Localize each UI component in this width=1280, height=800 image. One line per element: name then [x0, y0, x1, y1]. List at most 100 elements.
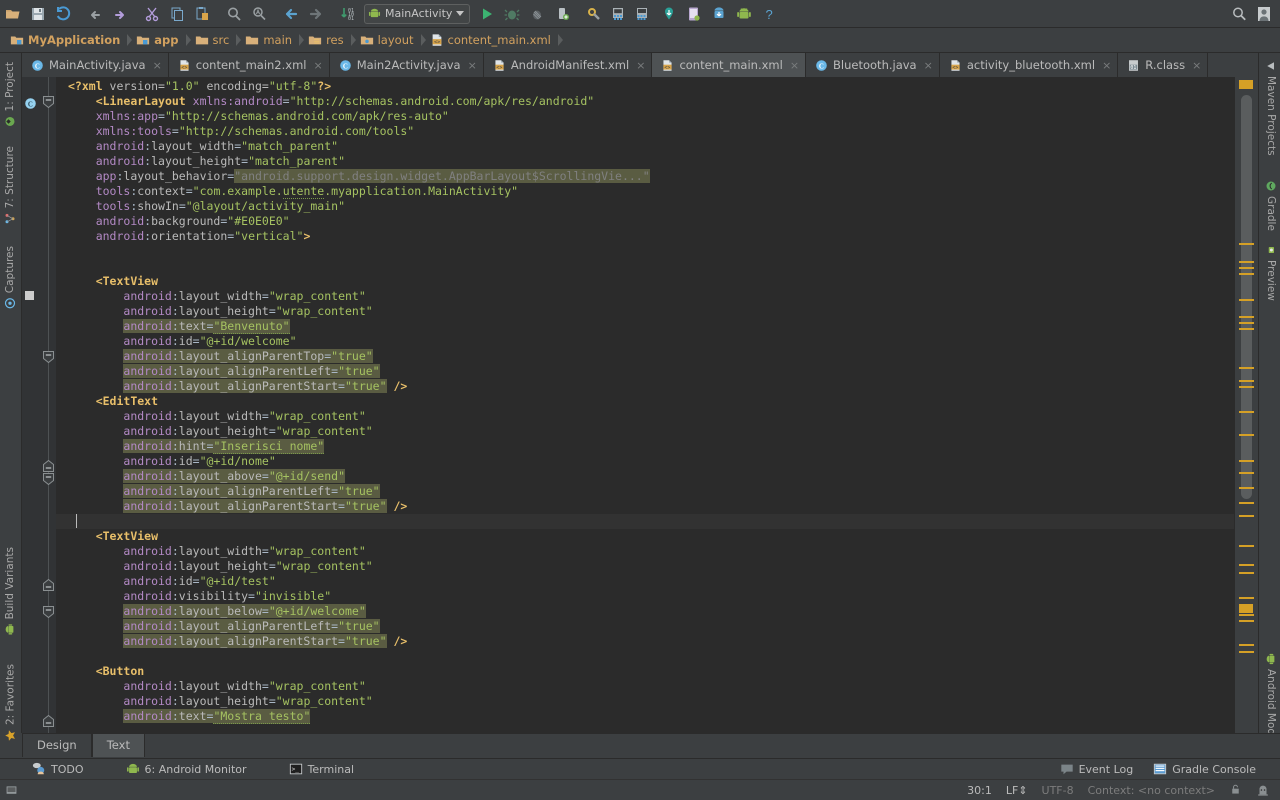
sidebar-item-build-variants[interactable]: Build Variants [1, 542, 19, 640]
sidebar-item-captures[interactable]: Captures [1, 241, 19, 314]
scrollbar-thumb[interactable] [1241, 95, 1252, 499]
code-line[interactable]: android:layout_width="wrap_content" [56, 679, 1234, 694]
code-line[interactable]: tools:context="com.example.utente.myappl… [56, 184, 1234, 199]
stripe-marker[interactable] [1239, 273, 1254, 275]
code-line[interactable]: android:layout_height="wrap_content" [56, 559, 1234, 574]
code-text[interactable]: <?xml version="1.0" encoding="utf-8"?> <… [56, 77, 1234, 733]
sdk-manager-icon[interactable] [581, 2, 606, 26]
find-icon[interactable] [221, 2, 246, 26]
stripe-marker[interactable] [1239, 380, 1254, 382]
android-layout-icon[interactable] [631, 2, 656, 26]
code-line[interactable]: android:layout_above="@+id/send" [56, 469, 1234, 484]
stripe-marker[interactable] [1239, 545, 1254, 547]
file-encoding[interactable]: UTF-8 [1035, 784, 1081, 797]
fold-marker-edittext-end[interactable] [43, 579, 54, 590]
background-tasks-icon[interactable] [0, 784, 22, 797]
close-icon[interactable]: × [636, 59, 645, 72]
code-line[interactable] [56, 244, 1234, 259]
stripe-marker[interactable] [1239, 604, 1253, 613]
breadcrumb-item-src[interactable]: src [191, 29, 236, 51]
sync-icon[interactable] [50, 2, 75, 26]
stripe-marker[interactable] [1239, 386, 1254, 388]
stripe-marker[interactable] [1239, 316, 1254, 318]
java-class-marker-icon[interactable]: C [24, 97, 37, 113]
fold-marker-textview-1-end[interactable] [43, 460, 54, 471]
stripe-marker[interactable] [1239, 322, 1254, 324]
sidebar-item-favorites[interactable]: 2: Favorites [1, 659, 20, 747]
fold-marker-textview-2-end[interactable] [43, 715, 54, 726]
code-line[interactable]: android:hint="Inserisci nome" [56, 439, 1234, 454]
line-separator[interactable]: LF⇕ [999, 784, 1035, 797]
stripe-marker[interactable] [1239, 502, 1254, 504]
close-icon[interactable]: × [313, 59, 322, 72]
sidebar-item-maven-projects[interactable]: Maven Projects [1262, 55, 1280, 161]
stripe-marker[interactable] [1239, 411, 1254, 413]
close-icon[interactable]: × [468, 59, 477, 72]
breadcrumb-item-res[interactable]: res [304, 29, 350, 51]
code-line[interactable]: android:layout_width="match_parent" [56, 139, 1234, 154]
tab-r-class[interactable]: 01 R.class × [1118, 53, 1208, 77]
code-line[interactable]: <Button [56, 664, 1234, 679]
stripe-marker[interactable] [1239, 267, 1254, 269]
back-icon[interactable] [278, 2, 303, 26]
code-line[interactable]: android:layout_alignParentTop="true" [56, 349, 1234, 364]
tab-content-main-xml[interactable]: <> content_main.xml × [652, 53, 806, 77]
code-line[interactable]: android:layout_below="@+id/welcome" [56, 604, 1234, 619]
android-icon[interactable] [731, 2, 756, 26]
code-line[interactable]: android:text="Benvenuto" [56, 319, 1234, 334]
stripe-marker[interactable] [1239, 597, 1254, 599]
fold-marker-textview-2[interactable] [43, 606, 54, 617]
code-line[interactable]: android:layout_alignParentLeft="true" [56, 364, 1234, 379]
code-line[interactable] [56, 514, 1234, 529]
stripe-marker[interactable] [1239, 80, 1253, 89]
fold-marker-edittext[interactable] [43, 473, 54, 484]
close-icon[interactable]: × [924, 59, 933, 72]
coverage-icon[interactable] [524, 2, 549, 26]
code-line[interactable]: android:layout_height="wrap_content" [56, 694, 1234, 709]
code-line[interactable] [56, 259, 1234, 274]
undo-icon[interactable] [82, 2, 107, 26]
code-line[interactable]: <EditText [56, 394, 1234, 409]
code-line[interactable]: tools:showIn="@layout/activity_main" [56, 199, 1234, 214]
paste-icon[interactable] [189, 2, 214, 26]
breadcrumb-item-main[interactable]: main [241, 29, 298, 51]
tab-mainactivity-java[interactable]: C MainActivity.java × [22, 53, 169, 77]
stripe-marker[interactable] [1239, 564, 1254, 566]
tab-design[interactable]: Design [22, 734, 92, 757]
status-button-gradle-console[interactable]: Gradle Console [1143, 759, 1266, 780]
stripe-marker[interactable] [1239, 487, 1254, 489]
stripe-marker[interactable] [1239, 651, 1254, 653]
stripe-marker[interactable] [1239, 472, 1254, 474]
status-button-event-log[interactable]: Event Log [1050, 759, 1144, 780]
stripe-marker[interactable] [1239, 261, 1254, 263]
code-line[interactable]: android:layout_width="wrap_content" [56, 409, 1234, 424]
breadcrumb-item-myapplication[interactable]: MyApplication [6, 29, 126, 51]
code-line[interactable]: android:layout_alignParentStart="true" /… [56, 499, 1234, 514]
device-icon[interactable] [681, 2, 706, 26]
replace-icon[interactable] [246, 2, 271, 26]
bookmark-marker[interactable] [25, 291, 34, 300]
fold-marker-linearlayout[interactable] [43, 96, 54, 107]
code-line[interactable] [56, 649, 1234, 664]
error-stripe-scrollbar[interactable] [1234, 77, 1258, 733]
close-icon[interactable]: × [790, 59, 799, 72]
caret-position[interactable]: 30:1 [960, 784, 999, 797]
stripe-marker[interactable] [1239, 299, 1254, 301]
breadcrumb-item-app[interactable]: app [132, 29, 184, 51]
code-line[interactable]: android:layout_alignParentLeft="true" [56, 484, 1234, 499]
status-button-android-monitor[interactable]: 6: Android Monitor [116, 759, 257, 780]
hector-inspection-icon[interactable] [1249, 783, 1280, 798]
sidebar-item-preview[interactable]: Preview [1262, 239, 1280, 306]
code-line[interactable]: <?xml version="1.0" encoding="utf-8"?> [56, 79, 1234, 94]
tab-activity-bluetooth-xml[interactable]: <> activity_bluetooth.xml × [940, 53, 1118, 77]
stripe-marker[interactable] [1239, 328, 1254, 330]
code-line[interactable]: android:layout_width="wrap_content" [56, 544, 1234, 559]
stripe-marker[interactable] [1239, 515, 1254, 517]
code-line[interactable]: android:id="@+id/nome" [56, 454, 1234, 469]
lock-icon[interactable] [1222, 783, 1249, 797]
search-icon[interactable] [1226, 2, 1251, 26]
stripe-marker[interactable] [1239, 644, 1254, 646]
redo-icon[interactable] [107, 2, 132, 26]
code-line[interactable]: <TextView [56, 274, 1234, 289]
editor-gutter[interactable]: C [22, 77, 56, 733]
